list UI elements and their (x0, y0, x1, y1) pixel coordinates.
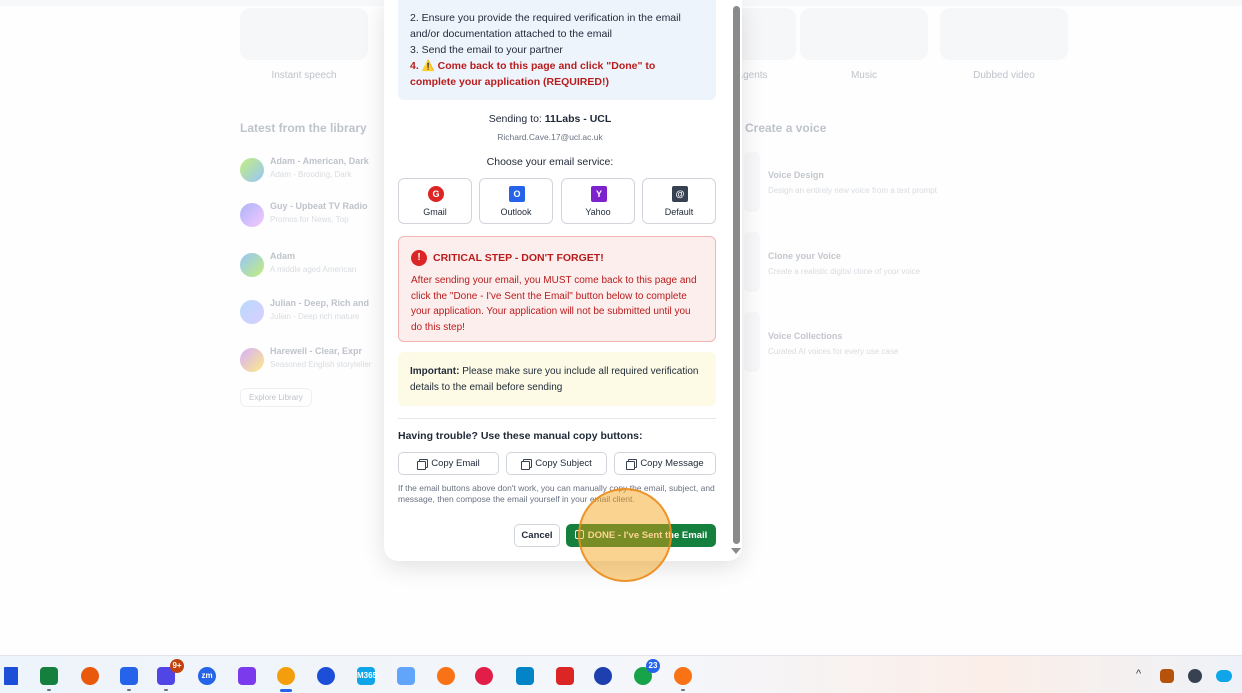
zoom-icon[interactable]: zm (198, 667, 216, 685)
outlook-button[interactable]: O Outlook (479, 178, 553, 224)
email-modal: 2. Ensure you provide the required verif… (384, 0, 742, 561)
copy-email-button[interactable]: Copy Email (398, 452, 499, 475)
claude-icon[interactable] (674, 667, 692, 685)
service-label: Yahoo (585, 207, 611, 217)
choose-service-label: Choose your email service: (486, 156, 614, 168)
service-label: Outlook (500, 207, 532, 217)
yahoo-button[interactable]: Y Yahoo (561, 178, 635, 224)
chevron-up-icon[interactable]: ^ (1136, 668, 1141, 680)
critical-body: After sending your email, you MUST come … (411, 275, 697, 333)
copy-message-label: Copy Message (640, 458, 704, 469)
slack-icon[interactable] (475, 667, 493, 685)
copy-email-label: Copy Email (431, 458, 480, 469)
yahoo-icon: Y (591, 186, 607, 202)
onedrive-icon[interactable] (1216, 670, 1232, 682)
outlook-icon[interactable] (120, 667, 138, 685)
copy-message-button[interactable]: Copy Message (614, 452, 716, 475)
default-mail-button[interactable]: @ Default (642, 178, 716, 224)
recipient-email: Richard.Cave.17@ucl.ac.uk (497, 132, 603, 142)
app-icon[interactable] (437, 667, 455, 685)
important-box: Important: Please make sure you include … (398, 352, 716, 406)
divider (398, 418, 716, 419)
audio-icon[interactable] (317, 667, 335, 685)
sending-to: Sending to: 11Labs - UCL (384, 113, 716, 125)
start-icon[interactable] (4, 667, 18, 685)
running-indicator (47, 689, 51, 691)
gmail-icon: G (428, 186, 444, 202)
click-highlight (578, 488, 672, 582)
instruction-step-4: 4. ⚠️ Come back to this page and click "… (410, 60, 656, 88)
remote-desktop-icon[interactable] (516, 667, 534, 685)
alert-icon: ! (411, 250, 427, 266)
copilot-icon[interactable] (1188, 669, 1202, 683)
critical-title: CRITICAL STEP - DON'T FORGET! (433, 252, 604, 264)
scroll-down-arrow-icon[interactable] (731, 548, 741, 554)
copy-subject-button[interactable]: Copy Subject (506, 452, 607, 475)
manual-note: If the email buttons above don't work, y… (398, 483, 715, 504)
nordvpn-icon[interactable] (594, 667, 612, 685)
service-label: Default (664, 207, 694, 217)
recipient-name: 11Labs - UCL (544, 113, 612, 125)
chrome-icon[interactable] (277, 667, 295, 685)
instruction-step-3: 3. Send the email to your partner (410, 44, 563, 56)
gmail-button[interactable]: G Gmail (398, 178, 472, 224)
copy-icon (521, 459, 533, 470)
copy-icon (417, 459, 429, 470)
outlook-icon: O (509, 186, 525, 202)
trouble-label: Having trouble? Use these manual copy bu… (398, 430, 643, 442)
running-indicator (681, 689, 685, 691)
copy-icon (626, 459, 638, 470)
sending-prefix: Sending to: (488, 113, 545, 125)
running-indicator (127, 689, 131, 691)
cancel-button[interactable]: Cancel (514, 524, 560, 547)
modal-scrollbar[interactable] (733, 6, 740, 544)
instructions-box: 2. Ensure you provide the required verif… (398, 0, 716, 100)
teams-badge: 9+ (170, 659, 184, 673)
whatsapp-badge: 23 (646, 659, 660, 673)
tray-app-icon[interactable] (1160, 669, 1174, 683)
at-sign-icon: @ (672, 186, 688, 202)
calendar-icon[interactable] (556, 667, 574, 685)
stream-icon[interactable] (238, 667, 256, 685)
excel-icon[interactable] (40, 667, 58, 685)
instruction-step-2: 2. Ensure you provide the required verif… (410, 12, 681, 40)
email-services: G Gmail O Outlook Y Yahoo @ Default (398, 178, 716, 224)
critical-step-box: ! CRITICAL STEP - DON'T FORGET! After se… (398, 236, 716, 342)
taskbar: 9+ zm M365 23 ^ (0, 655, 1242, 693)
m365-icon[interactable]: M365 (357, 667, 377, 685)
running-indicator (164, 689, 168, 691)
important-label: Important: (410, 366, 460, 377)
network-icon[interactable] (397, 667, 415, 685)
copy-subject-label: Copy Subject (535, 458, 592, 469)
active-indicator (280, 689, 292, 692)
service-label: Gmail (423, 207, 447, 217)
powerpoint-icon[interactable] (81, 667, 99, 685)
